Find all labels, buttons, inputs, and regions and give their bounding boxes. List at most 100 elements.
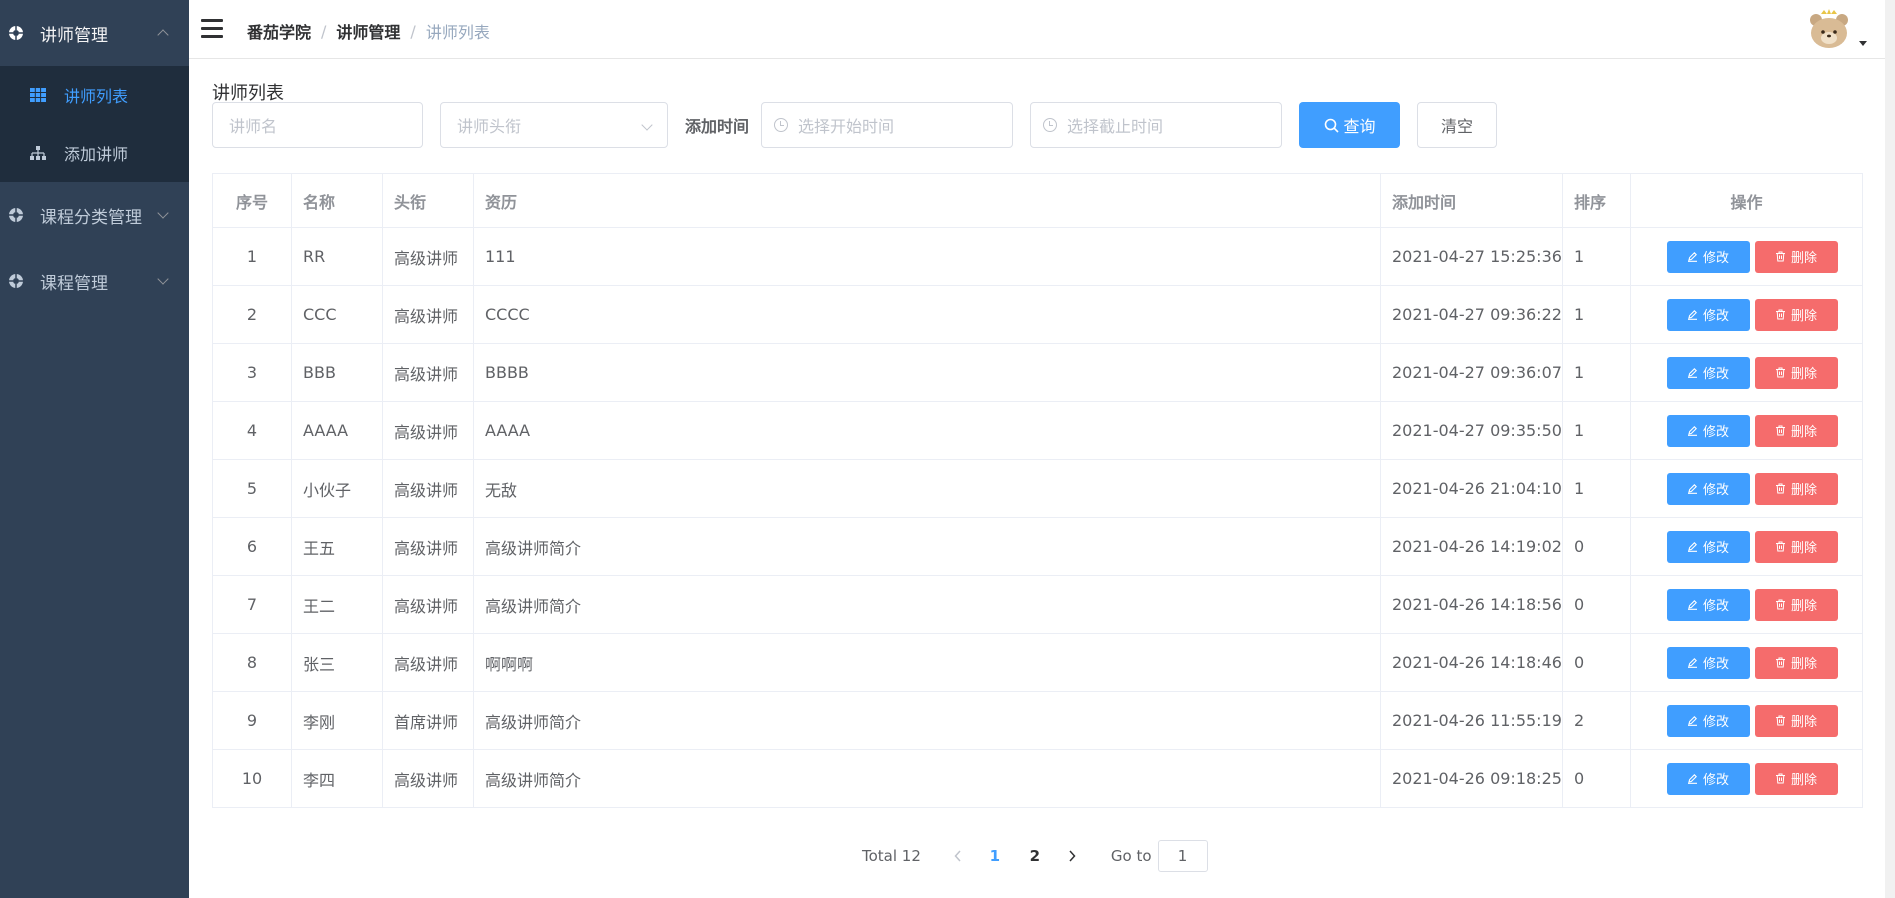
pencil-icon [1687,425,1698,436]
delete-button[interactable]: 删除 [1754,762,1838,795]
menu-title-course[interactable]: 课程管理 [0,248,189,314]
trash-icon [1775,715,1786,726]
page-number-2[interactable]: 2 [1015,840,1055,872]
cell-no: 10 [212,749,292,808]
delete-button-label: 删除 [1790,541,1817,556]
pencil-icon [1687,599,1698,610]
row-actions: 修改 删除 [1642,414,1862,447]
cell-no: 4 [212,401,292,460]
edit-button[interactable]: 修改 [1666,762,1750,795]
header-sort: 排序 [1562,173,1631,228]
aperture-icon [8,25,24,41]
menu-title-teacher[interactable]: 讲师管理 [0,0,189,66]
sidebar-item-teacher-list[interactable]: 讲师列表 [0,66,189,124]
cell-level: 高级讲师 [382,517,474,576]
teacher-table: 序号 名称 头衔 资历 添加时间 排序 操作 1 RR 高级讲师 111 2021-04… [212,173,1863,808]
cell-no: 1 [212,227,292,286]
query-button-label: 查询 [1343,117,1376,136]
table-row: 8 张三 高级讲师 啊啊啊 2021-04-26 14:18:46 0 修改 删除 [212,633,1863,692]
edit-button-label: 修改 [1702,657,1729,672]
goto-page-input[interactable]: 1 [1157,840,1208,872]
row-actions: 修改 删除 [1642,298,1862,331]
pencil-icon [1687,773,1698,784]
page-number-1[interactable]: 1 [975,840,1015,872]
edit-button[interactable]: 修改 [1666,414,1750,447]
pencil-icon [1687,483,1698,494]
placeholder: 讲师名 [229,117,278,136]
cell-level: 高级讲师 [382,401,474,460]
cell-actions: 修改 删除 [1630,343,1863,402]
edit-button[interactable]: 修改 [1666,472,1750,505]
cell-sort: 1 [1562,227,1631,286]
header-no: 序号 [212,173,292,228]
submenu-teacher: 讲师列表 添加讲师 [0,66,189,182]
delete-button[interactable]: 删除 [1754,472,1838,505]
edit-button[interactable]: 修改 [1666,588,1750,621]
delete-button[interactable]: 删除 [1754,414,1838,447]
end-time-picker[interactable]: 选择截止时间 [1030,102,1283,148]
delete-button[interactable]: 删除 [1754,588,1838,621]
trash-icon [1775,309,1786,320]
sidebar-item-add-teacher[interactable]: 添加讲师 [0,124,189,182]
cell-actions: 修改 删除 [1630,575,1863,634]
cell-name: 张三 [291,633,383,692]
delete-button[interactable]: 删除 [1754,704,1838,737]
edit-button[interactable]: 修改 [1666,240,1750,273]
user-menu[interactable] [1807,8,1867,50]
breadcrumb-item-home[interactable]: 番茄学院 [247,19,311,43]
header-actions: 操作 [1630,173,1863,228]
clear-button[interactable]: 清空 [1417,102,1498,148]
edit-button[interactable]: 修改 [1666,356,1750,389]
cell-intro: 高级讲师简介 [473,575,1381,634]
next-page-button[interactable] [1055,840,1089,872]
query-button[interactable]: 查询 [1299,102,1401,148]
cell-sort: 0 [1562,517,1631,576]
cell-time: 2021-04-27 09:36:22 [1380,285,1563,344]
cell-intro: 高级讲师简介 [473,691,1381,750]
cell-time: 2021-04-26 21:04:10 [1380,459,1563,518]
delete-button[interactable]: 删除 [1754,356,1838,389]
chevron-down-icon [157,207,169,219]
chevron-down-icon [157,273,169,285]
cell-actions: 修改 删除 [1630,285,1863,344]
trash-icon [1775,367,1786,378]
edit-button[interactable]: 修改 [1666,704,1750,737]
edit-button[interactable]: 修改 [1666,530,1750,563]
row-actions: 修改 删除 [1642,646,1862,679]
pencil-icon [1687,541,1698,552]
cell-name: 王五 [291,517,383,576]
edit-button-label: 修改 [1702,773,1729,788]
prev-page-button[interactable] [941,840,975,872]
cell-intro: 啊啊啊 [473,633,1381,692]
table-row: 3 BBB 高级讲师 BBBB 2021-04-27 09:36:07 1 修改 删除 [212,343,1863,402]
delete-button-label: 删除 [1790,773,1817,788]
cell-level: 高级讲师 [382,285,474,344]
edit-button[interactable]: 修改 [1666,298,1750,331]
cell-level: 高级讲师 [382,343,474,402]
delete-button[interactable]: 删除 [1754,298,1838,331]
row-actions: 修改 删除 [1642,704,1862,737]
edit-button-label: 修改 [1702,425,1729,440]
teacher-level-select[interactable]: 讲师头衔 [440,102,668,148]
teacher-name-input[interactable]: 讲师名 [212,102,423,148]
cell-sort: 0 [1562,633,1631,692]
edit-button-label: 修改 [1702,599,1729,614]
cell-intro: 高级讲师简介 [473,749,1381,808]
vertical-scrollbar[interactable] [1885,0,1895,898]
breadcrumb-item-teacher[interactable]: 讲师管理 [336,19,400,43]
delete-button[interactable]: 删除 [1754,530,1838,563]
cell-no: 8 [212,633,292,692]
hamburger-icon[interactable] [201,19,223,39]
cell-sort: 1 [1562,343,1631,402]
start-time-picker[interactable]: 选择开始时间 [761,102,1014,148]
delete-button[interactable]: 删除 [1754,240,1838,273]
cell-name: 李刚 [291,691,383,750]
menu-title-category[interactable]: 课程分类管理 [0,182,189,248]
cell-intro: 111 [473,227,1381,286]
cell-intro: CCCC [473,285,1381,344]
cell-no: 3 [212,343,292,402]
delete-button-label: 删除 [1790,715,1817,730]
cell-time: 2021-04-27 09:36:07 [1380,343,1563,402]
edit-button[interactable]: 修改 [1666,646,1750,679]
delete-button[interactable]: 删除 [1754,646,1838,679]
